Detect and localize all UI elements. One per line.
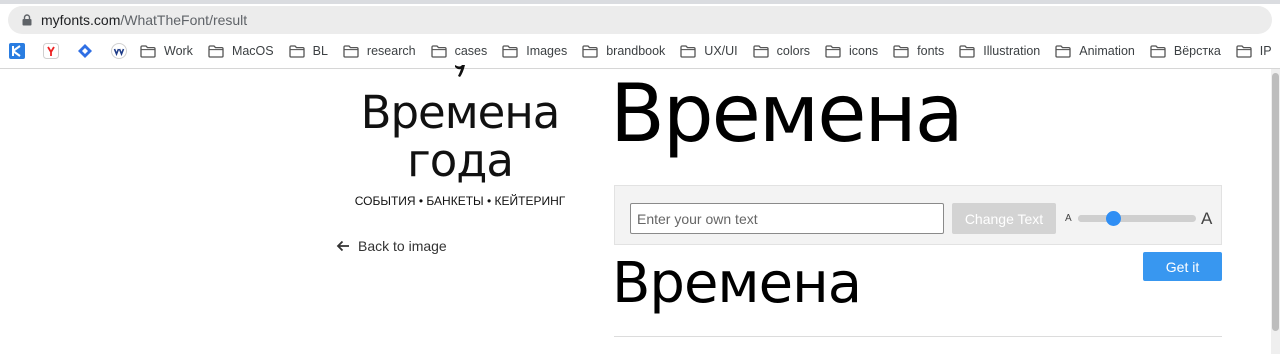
back-to-image-link[interactable]: Back to image xyxy=(336,238,447,254)
custom-text-input[interactable] xyxy=(630,203,944,234)
bookmark-folder[interactable]: IP xyxy=(1236,44,1272,58)
vk-icon[interactable] xyxy=(111,43,127,59)
url-path: /WhatTheFont/result xyxy=(120,12,248,28)
size-slider-thumb[interactable] xyxy=(1106,211,1122,226)
result-divider xyxy=(614,336,1222,337)
folder-icon xyxy=(502,44,518,58)
folder-icon xyxy=(430,44,447,58)
bookmark-label: MacOS xyxy=(231,44,274,58)
folder-icon xyxy=(288,44,305,58)
bookmark-folder[interactable]: Вёрстка xyxy=(1150,44,1221,58)
size-large-label: A xyxy=(1201,209,1213,228)
bookmark-label: cases xyxy=(454,44,488,58)
yandex-icon[interactable] xyxy=(43,43,59,59)
folder-icon xyxy=(582,44,598,58)
bookmark-folder[interactable]: cases xyxy=(430,44,488,58)
url-host: myfonts.com xyxy=(41,12,121,28)
bookmark-folder[interactable]: Work xyxy=(140,44,193,58)
folder-icon xyxy=(208,44,224,58)
bookmark-folder[interactable]: fonts xyxy=(893,44,944,58)
bookmark-label: IP xyxy=(1259,44,1272,58)
folder-icon xyxy=(752,44,769,58)
bookmark-folder[interactable]: UX/UI xyxy=(680,44,738,58)
folder-icon xyxy=(959,44,975,58)
logo-title-line1: Времена xyxy=(360,86,561,139)
folder-icon xyxy=(1150,44,1166,58)
bookmark-label: Вёрстка xyxy=(1173,44,1221,58)
url-text[interactable]: myfonts.com/WhatTheFont/result xyxy=(41,11,247,29)
bookmark-folder[interactable]: Animation xyxy=(1055,44,1135,58)
k-app-icon[interactable] xyxy=(9,43,25,59)
font-preview-large: Времена xyxy=(610,67,964,160)
bookmark-label: Animation xyxy=(1079,44,1135,58)
get-it-button[interactable]: Get it xyxy=(1143,252,1222,281)
bookmark-label: Work xyxy=(164,44,193,58)
bookmark-folder[interactable]: icons xyxy=(825,44,878,58)
logo-mark-icon xyxy=(455,65,465,77)
page-scrollbar[interactable] xyxy=(1271,69,1280,354)
bookmark-label: UX/UI xyxy=(704,44,738,58)
folder-icon xyxy=(1055,44,1071,58)
bookmark-label: brandbook xyxy=(606,44,666,58)
folder-icon xyxy=(140,44,156,58)
browser-top-strip xyxy=(0,0,1280,4)
folder-icon xyxy=(825,44,841,58)
folder-icon xyxy=(680,44,696,58)
size-slider[interactable] xyxy=(1078,211,1196,226)
folder-icon xyxy=(893,44,909,58)
bookmark-folder[interactable]: Images xyxy=(502,44,567,58)
bookmark-label: Illustration xyxy=(983,44,1041,58)
address-bar[interactable]: myfonts.com/WhatTheFont/result xyxy=(8,6,1272,34)
custom-text-panel: Change Text A A xyxy=(614,185,1222,245)
bookmark-folder[interactable]: BL xyxy=(288,44,328,58)
size-small-label: A xyxy=(1065,213,1072,224)
scrollbar-thumb[interactable] xyxy=(1272,73,1279,331)
change-text-button[interactable]: Change Text xyxy=(952,203,1056,234)
bookmark-folder[interactable]: brandbook xyxy=(582,44,665,58)
bookmark-label: BL xyxy=(312,44,328,58)
bookmark-folder[interactable]: colors xyxy=(752,44,810,58)
bookmark-label: icons xyxy=(848,44,879,58)
bookmark-folder[interactable]: research xyxy=(343,44,416,58)
lock-icon xyxy=(22,14,32,26)
diamond-icon[interactable] xyxy=(77,43,93,59)
bookmark-label: colors xyxy=(776,44,810,58)
uploaded-image-logo: Времена года СОБЫТИЯ • БАНКЕТЫ • КЕЙТЕРИ… xyxy=(350,64,570,214)
bookmark-label: fonts xyxy=(917,44,945,58)
bookmark-folders: Work MacOS BL research cases Images brandbook U… xyxy=(140,44,1280,58)
logo-title-line2: года xyxy=(407,134,514,187)
back-link-label: Back to image xyxy=(358,238,447,254)
folder-icon xyxy=(1236,44,1252,58)
folder-icon xyxy=(343,44,359,58)
bookmark-folder[interactable]: Illustration xyxy=(959,44,1040,58)
bookmark-label: Images xyxy=(526,44,568,58)
bookmark-label: research xyxy=(366,44,416,58)
logo-tagline: СОБЫТИЯ • БАНКЕТЫ • КЕЙТЕРИНГ xyxy=(354,194,566,208)
font-result-preview: Времена xyxy=(612,251,862,316)
arrow-left-icon xyxy=(336,240,349,252)
bookmark-folder[interactable]: MacOS xyxy=(208,44,274,58)
bookmarks-bar: Work MacOS BL research cases Images brandbook U… xyxy=(0,38,1280,64)
